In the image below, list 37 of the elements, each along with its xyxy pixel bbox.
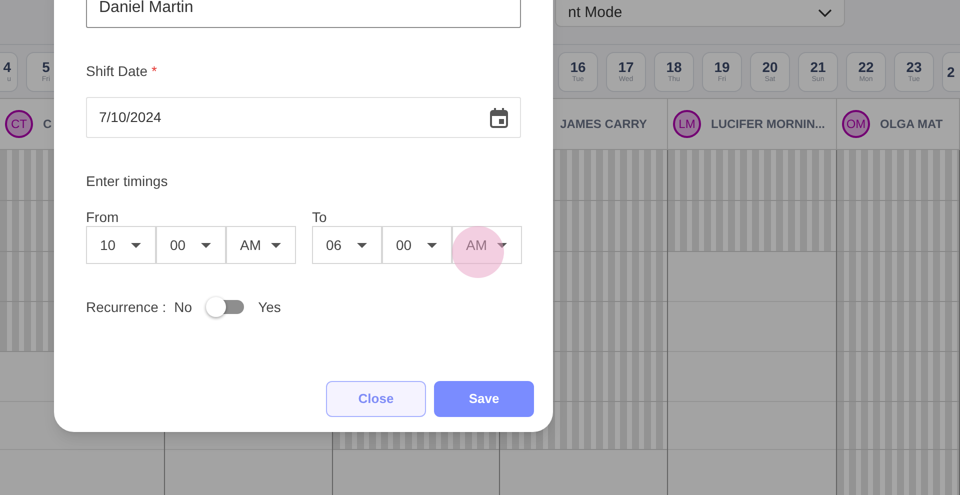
time-select[interactable]: 10 [86,226,156,264]
staff-name: OLGA MAT [880,116,943,133]
time-group-label: From [86,208,119,226]
dropdown-caret-icon [271,242,281,248]
timings-label: Enter timings [86,172,168,191]
staff-name: LUCIFER MORNIN... [711,116,825,133]
staff-name: C [43,116,52,133]
dropdown-caret-icon [497,242,507,248]
avatar: CT [5,110,33,138]
dropdown-caret-icon [201,242,211,248]
dropdown-caret-icon [131,242,141,248]
yes-label: Yes [258,298,281,316]
recurrence-toggle[interactable] [206,297,244,317]
avatar: OM [842,110,870,138]
save-button[interactable]: Save [434,381,534,417]
dropdown-caret-icon [427,242,437,248]
no-label: No [174,298,192,316]
close-button[interactable]: Close [326,381,426,417]
staff-name: JAMES CARRY [560,116,647,133]
time-select[interactable]: 00 [156,226,226,264]
chevron-down-icon [818,8,832,18]
time-select[interactable]: 06 [312,226,382,264]
ripple-highlight [452,226,504,278]
dropdown-caret-icon [357,242,367,248]
time-group-label: To [312,208,327,226]
schedule-slot[interactable] [837,402,959,450]
time-select[interactable]: AM [226,226,296,264]
employee-field[interactable]: Daniel Martin [86,0,521,28]
shift-date-label: Shift Date [86,62,148,80]
required-mark: * [151,62,157,80]
mode-select[interactable]: nt Mode [555,0,845,27]
time-select[interactable]: 00 [382,226,452,264]
date-chip[interactable]: 2 [942,52,960,92]
avatar: LM [673,110,701,138]
recurrence-label: Recurrence : [86,298,166,316]
calendar-icon [490,108,508,128]
date-field[interactable]: 7/10/2024 [86,97,521,138]
